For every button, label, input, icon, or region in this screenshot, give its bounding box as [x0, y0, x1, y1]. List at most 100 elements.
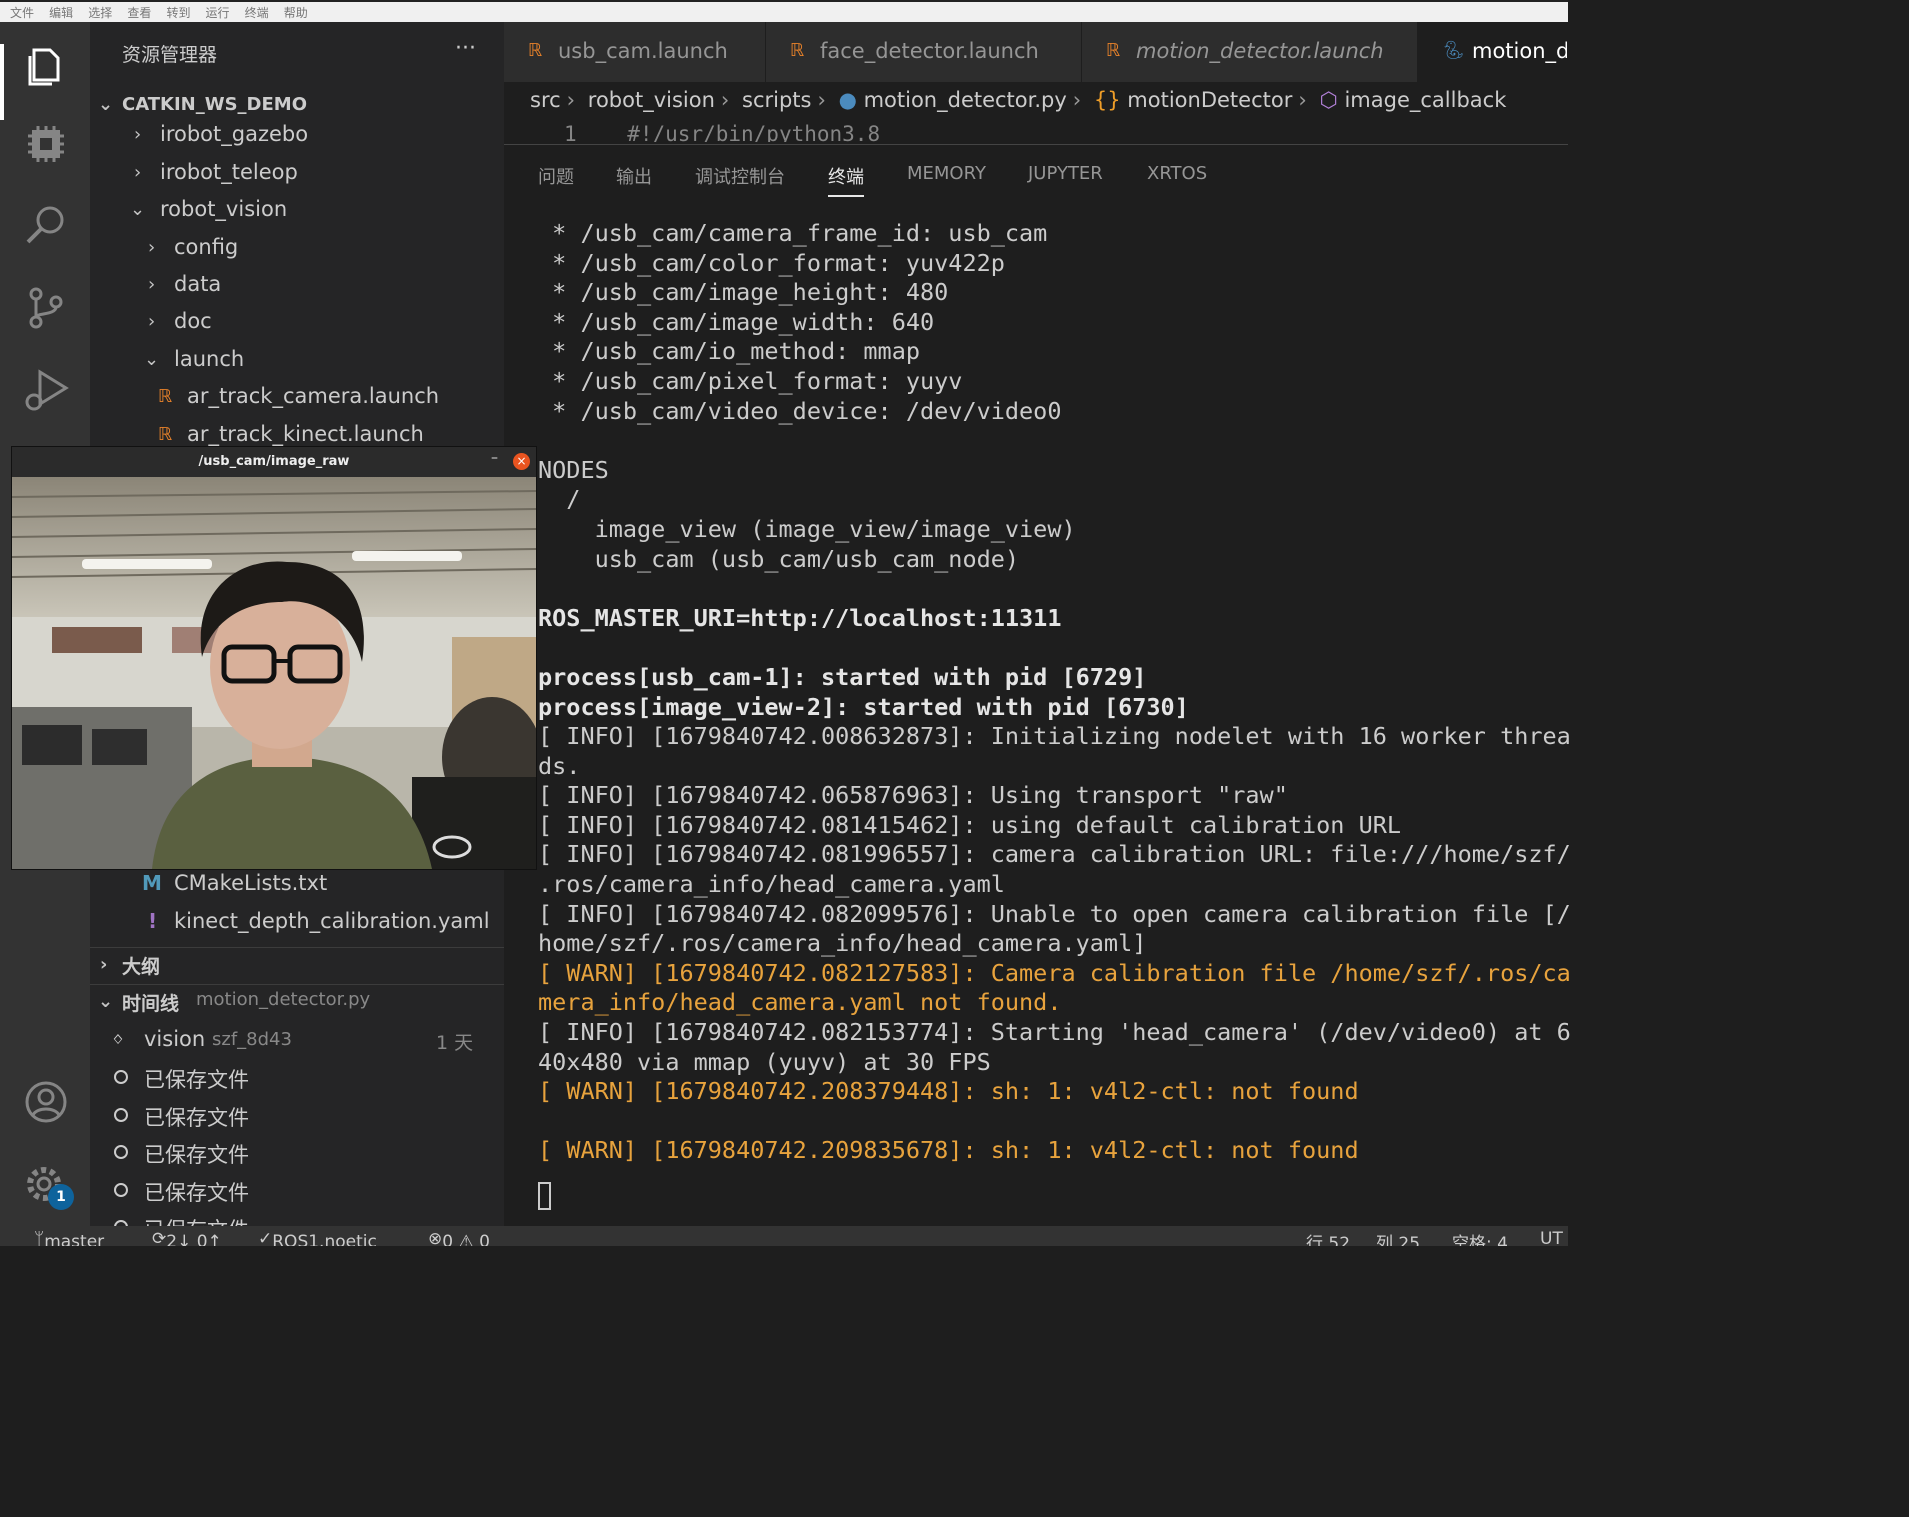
- tree-item-kinect-yaml[interactable]: ! kinect_depth_calibration.yaml: [90, 905, 504, 942]
- tab-label: usb_cam.launch: [558, 39, 728, 63]
- branch-name: master: [44, 1232, 105, 1246]
- menu-file[interactable]: 文件: [10, 6, 34, 20]
- terminal-line: ds.: [538, 751, 581, 780]
- account-icon[interactable]: [22, 1078, 70, 1126]
- encoding-indicator[interactable]: UT: [1540, 1229, 1563, 1246]
- breadcrumb-class[interactable]: motionDetector: [1127, 88, 1292, 112]
- more-actions-button[interactable]: ···: [455, 36, 476, 61]
- tab-usb-cam-launch[interactable]: ℝ usb_cam.launch: [504, 22, 766, 82]
- tree-item-robot-vision[interactable]: ⌄ robot_vision: [90, 193, 504, 230]
- line-number: 1: [564, 122, 577, 142]
- timeline-entry-author: szf_8d43: [212, 1029, 292, 1050]
- timeline-entry[interactable]: 已保存文件: [90, 1209, 504, 1226]
- chevron-right-icon: ›: [134, 162, 142, 183]
- tree-item-ar-track-camera[interactable]: ℝ ar_track_camera.launch: [90, 380, 504, 417]
- tab-face-detector-launch[interactable]: ℝ face_detector.launch: [766, 22, 1082, 82]
- menu-run[interactable]: 运行: [206, 6, 230, 20]
- breadcrumb-robot-vision[interactable]: robot_vision: [588, 88, 715, 112]
- menu-help[interactable]: 帮助: [284, 6, 308, 20]
- terminal-line: [ INFO] [1679840742.082099576]: Unable t…: [538, 899, 1571, 928]
- breadcrumb-file[interactable]: motion_detector.py: [864, 88, 1067, 112]
- tree-item-cmakelists[interactable]: M CMakeLists.txt: [90, 867, 504, 904]
- terminal-line: [ INFO] [1679840742.081415462]: using de…: [538, 810, 1402, 839]
- panel-tab-xrtos[interactable]: XRTOS: [1147, 163, 1207, 184]
- terminal-line: ROS_MASTER_URI=http://localhost:11311: [538, 603, 1062, 632]
- run-debug-icon[interactable]: [22, 366, 70, 414]
- tree-item-label: config: [174, 235, 239, 259]
- circle-icon: [114, 1145, 128, 1159]
- menu-terminal[interactable]: 终端: [245, 6, 269, 20]
- close-button[interactable]: ×: [513, 453, 530, 470]
- chevron-right-icon: ›: [148, 274, 156, 295]
- terminal-line: /: [538, 485, 581, 514]
- explorer-icon[interactable]: [22, 40, 70, 88]
- terminal-line: * /usb_cam/image_height: 480: [538, 278, 949, 307]
- column-indicator[interactable]: 列 25: [1376, 1229, 1420, 1246]
- source-control-icon[interactable]: [22, 284, 70, 332]
- timeline-entry[interactable]: ᛜ vision szf_8d43 1 天: [90, 1022, 504, 1059]
- terminal-line: image_view (image_view/image_view): [538, 514, 1076, 543]
- rss-icon: ℝ: [1106, 40, 1121, 61]
- chevron-right-icon: ›: [1298, 88, 1307, 112]
- tab-motion-detector-py[interactable]: 🐍︎ motion_d: [1418, 22, 1568, 82]
- bottom-panel: 问题 输出 调试控制台 终端 MEMORY JUPYTER XRTOS * /u…: [504, 144, 1571, 1226]
- breadcrumb-method[interactable]: image_callback: [1344, 88, 1506, 112]
- menu-edit[interactable]: 编辑: [49, 6, 73, 20]
- breadcrumb-scripts[interactable]: scripts: [742, 88, 811, 112]
- timeline-label: 时间线: [122, 993, 180, 1015]
- terminal-line: process[usb_cam-1]: started with pid [67…: [538, 662, 1147, 691]
- branch-indicator[interactable]: ᛘ master: [34, 1229, 104, 1246]
- chevron-right-icon: ›: [100, 954, 108, 975]
- line-indicator[interactable]: 行 52: [1306, 1229, 1350, 1246]
- chevron-right-icon: ›: [148, 237, 156, 258]
- panel-tab-terminal[interactable]: 终端: [828, 163, 864, 197]
- panel-tab-problems[interactable]: 问题: [538, 163, 574, 189]
- rss-icon: ℝ: [790, 40, 805, 61]
- timeline-file: motion_detector.py: [196, 989, 371, 1010]
- search-icon[interactable]: [22, 202, 70, 250]
- minimize-button[interactable]: –: [491, 450, 498, 466]
- terminal-output[interactable]: * /usb_cam/camera_frame_id: usb_cam * /u…: [538, 219, 1571, 1210]
- tree-item-irobot-gazebo[interactable]: › irobot_gazebo: [90, 118, 504, 155]
- tree-item-launch[interactable]: ⌄ launch: [90, 343, 504, 380]
- ros-indicator[interactable]: ✓ ROS1.noetic: [258, 1229, 377, 1246]
- outline-section[interactable]: › 大纲: [90, 947, 504, 984]
- rss-icon: ℝ: [158, 424, 173, 445]
- timeline-entry[interactable]: 已保存文件: [90, 1059, 504, 1096]
- menu-selection[interactable]: 选择: [88, 6, 112, 20]
- tree-item-config[interactable]: › config: [90, 231, 504, 268]
- tab-bar: ℝ usb_cam.launch ℝ face_detector.launch …: [504, 22, 1568, 82]
- timeline-entry[interactable]: 已保存文件: [90, 1134, 504, 1171]
- timeline-entry[interactable]: 已保存文件: [90, 1172, 504, 1209]
- panel-tab-jupyter[interactable]: JUPYTER: [1028, 163, 1103, 184]
- problems-indicator[interactable]: ⊗ 0 ⚠ 0: [428, 1229, 490, 1246]
- ros-version: ROS1.noetic: [272, 1232, 377, 1246]
- terminal-line: * /usb_cam/pixel_format: yuyv: [538, 366, 963, 395]
- rss-icon: ℝ: [158, 386, 173, 407]
- window-title: /usb_cam/image_raw: [12, 447, 536, 477]
- tree-item-data[interactable]: › data: [90, 268, 504, 305]
- timeline-entry[interactable]: 已保存文件: [90, 1097, 504, 1134]
- menu-go[interactable]: 转到: [166, 6, 190, 20]
- menu-view[interactable]: 查看: [127, 6, 151, 20]
- terminal-line: usb_cam (usb_cam/usb_cam_node): [538, 544, 1020, 573]
- tree-item-label: doc: [174, 309, 212, 333]
- sync-indicator[interactable]: ⟳ 2↓ 0↑: [152, 1229, 222, 1246]
- chevron-right-icon: ›: [134, 124, 142, 145]
- code-text: #!/usr/bin/python3.8: [627, 122, 881, 142]
- extensions-chip-icon[interactable]: [22, 120, 70, 168]
- tree-item-irobot-teleop[interactable]: › irobot_teleop: [90, 156, 504, 193]
- tree-item-doc[interactable]: › doc: [90, 305, 504, 342]
- terminal-line: [ WARN] [1679840742.209835678]: sh: 1: v…: [538, 1136, 1359, 1165]
- code-line[interactable]: 1 #!/usr/bin/python3.8: [564, 122, 880, 142]
- indent-indicator[interactable]: 空格: 4: [1452, 1229, 1508, 1246]
- panel-tab-output[interactable]: 输出: [616, 163, 652, 189]
- panel-tab-debug-console[interactable]: 调试控制台: [695, 163, 785, 189]
- terminal-line: * /usb_cam/video_device: /dev/video0: [538, 396, 1062, 425]
- breadcrumb-src[interactable]: src: [530, 88, 561, 112]
- image-view-window[interactable]: /usb_cam/image_raw – ×: [11, 446, 537, 870]
- panel-tab-memory[interactable]: MEMORY: [907, 163, 986, 184]
- tab-motion-detector-launch[interactable]: ℝ motion_detector.launch: [1082, 22, 1418, 82]
- timeline-section[interactable]: ⌄ 时间线 motion_detector.py: [90, 984, 504, 1021]
